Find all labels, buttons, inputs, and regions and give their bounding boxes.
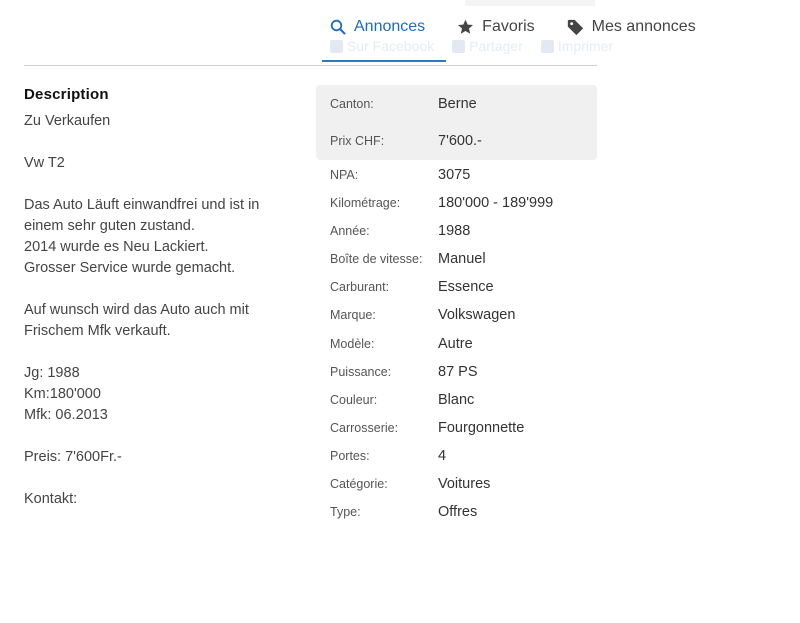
divider <box>24 65 597 66</box>
description-line: Grosser Service wurde gemacht. <box>24 260 236 276</box>
top-navigation: Annonces Favoris Mes annonces <box>0 0 800 60</box>
description-line: Mfk: 06.2013 <box>24 407 108 423</box>
description-paragraph: Vw T2 <box>24 153 294 174</box>
detail-value: 87 PS <box>438 363 478 380</box>
nav-mes-annonces[interactable]: Mes annonces <box>567 18 696 36</box>
description-section: Description Zu Verkaufen Vw T2 Das Auto Lä… <box>24 86 294 531</box>
detail-row: Carburant: Essence <box>330 279 553 307</box>
detail-label: Catégorie: <box>330 477 388 492</box>
description-paragraph: Preis: 7'600Fr.- <box>24 447 294 468</box>
detail-value: Berne <box>438 96 477 112</box>
detail-label: Canton: <box>330 97 374 111</box>
search-icon <box>330 19 346 35</box>
detail-label: Marque: <box>330 308 376 323</box>
description-line: Auf wunsch wird das Auto auch mit <box>24 302 249 318</box>
detail-label: Type: <box>330 505 361 520</box>
detail-value: 4 <box>438 447 447 464</box>
description-line: Kontakt: <box>24 491 78 507</box>
details-table: Canton: Berne Prix CHF: 7'600.- NPA: 3075… <box>330 90 600 520</box>
detail-row: Carrosserie: Fourgonnette <box>330 420 553 448</box>
detail-label: Modèle: <box>330 336 375 351</box>
detail-value: Manuel <box>438 251 486 268</box>
detail-value: 3075 <box>438 167 471 183</box>
nav-annonces[interactable]: Annonces <box>330 18 425 36</box>
description-paragraph: Das Auto Läuft einwandfrei und ist in ein… <box>24 195 294 279</box>
detail-label: Couleur: <box>330 392 378 407</box>
detail-row: Puissance: 87 PS <box>330 364 553 392</box>
nav-annonces-label: Annonces <box>354 18 426 35</box>
description-line: Frischem Mfk verkauft. <box>24 323 171 339</box>
description-line: Jg: 1988 <box>24 365 80 381</box>
detail-row-canton: Canton: Berne <box>330 90 600 127</box>
description-line: Vw T2 <box>24 155 65 171</box>
description-line: Zu Verkaufen <box>24 113 111 129</box>
detail-label: NPA: <box>330 168 359 182</box>
detail-value: 180'000 - 189'999 <box>438 195 554 212</box>
detail-value: 7'600.- <box>438 133 482 149</box>
description-paragraph: Zu Verkaufen <box>24 111 294 132</box>
detail-value: Essence <box>438 279 494 296</box>
description-title: Description <box>24 86 109 103</box>
detail-value: Autre <box>438 335 473 352</box>
detail-label: Portes: <box>330 448 370 463</box>
detail-label: Prix CHF: <box>330 134 385 148</box>
detail-rows: NPA: 3075 Kilométrage: 180'000 - 189'999 Ann… <box>330 167 553 532</box>
detail-value: 1988 <box>438 223 471 240</box>
detail-label: Carburant: <box>330 280 390 295</box>
detail-label: Carrosserie: <box>330 420 399 435</box>
description-paragraph: Jg: 1988 Km:180'000 Mfk: 06.2013 <box>24 363 294 426</box>
detail-value: Volkswagen <box>438 307 516 324</box>
description-line: 2014 wurde es Neu Lackiert. <box>24 239 209 255</box>
detail-row: Type: Offres <box>330 504 553 532</box>
detail-label: Boîte de vitesse: <box>330 252 423 267</box>
detail-label: Puissance: <box>330 364 392 379</box>
detail-row: Couleur: Blanc <box>330 392 553 420</box>
nav-favoris[interactable]: Favoris <box>457 18 535 36</box>
detail-row: Marque: Volkswagen <box>330 307 553 335</box>
description-body: Zu Verkaufen Vw T2 Das Auto Läuft einwandf… <box>24 111 294 510</box>
detail-row: Boîte de vitesse: Manuel <box>330 251 553 279</box>
description-line: Km:180'000 <box>24 386 101 402</box>
star-icon <box>457 19 474 35</box>
description-paragraph: Auf wunsch wird das Auto auch mit Frische… <box>24 300 294 342</box>
detail-row-prix: Prix CHF: 7'600.- <box>330 127 600 155</box>
nav-items: Annonces Favoris Mes annonces <box>330 18 696 36</box>
active-tab-underline <box>322 60 446 62</box>
description-line: einem sehr guten zustand. <box>24 218 195 234</box>
detail-value: Fourgonnette <box>438 419 525 436</box>
nav-favoris-label: Favoris <box>482 18 535 35</box>
detail-value: Voitures <box>438 476 491 493</box>
detail-row: Modèle: Autre <box>330 336 553 364</box>
detail-label: Année: <box>330 224 370 239</box>
description-line: Preis: 7'600Fr.- <box>24 449 122 465</box>
detail-label: Kilométrage: <box>330 196 401 211</box>
detail-row: Portes: 4 <box>330 448 553 476</box>
detail-value: Blanc <box>438 391 475 408</box>
description-line: Das Auto Läuft einwandfrei und ist in <box>24 197 260 213</box>
detail-row: Kilométrage: 180'000 - 189'999 <box>330 195 553 223</box>
detail-row: NPA: 3075 <box>330 167 553 195</box>
detail-row: Année: 1988 <box>330 223 553 251</box>
detail-value: Offres <box>438 504 478 521</box>
detail-row: Catégorie: Voitures <box>330 476 553 504</box>
tag-icon <box>567 19 584 36</box>
description-paragraph: Kontakt: <box>24 489 294 510</box>
nav-mes-annonces-label: Mes annonces <box>591 18 696 35</box>
